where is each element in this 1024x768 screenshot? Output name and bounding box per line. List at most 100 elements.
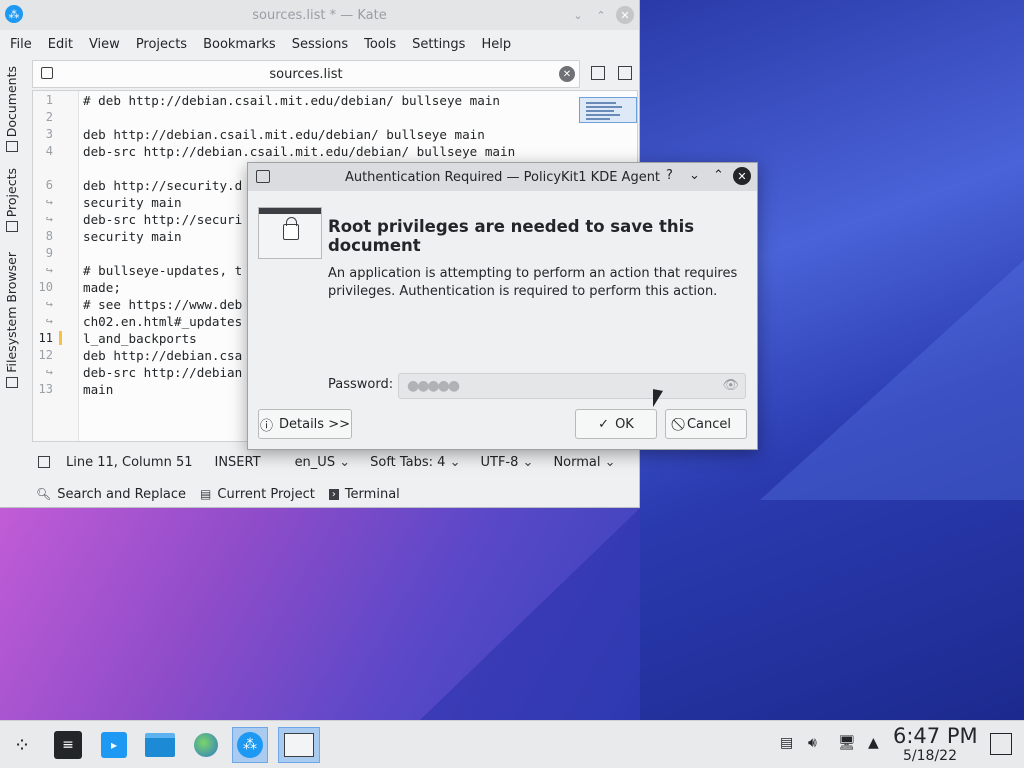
line-number: 1 — [45, 93, 53, 107]
line-number: 12 — [38, 348, 53, 362]
line-number: 9 — [45, 246, 53, 260]
close-icon[interactable]: ✕ — [616, 6, 634, 24]
list-icon — [5, 221, 18, 233]
minimize-icon[interactable]: ⌄ — [689, 168, 700, 183]
show-desktop-icon[interactable] — [990, 733, 1012, 755]
code-line: # deb http://debian.csail.mit.edu/debian… — [83, 93, 501, 108]
menu-sessions[interactable]: Sessions — [284, 37, 356, 52]
left-sidebar: Documents Projects Filesystem Browser — [0, 60, 30, 390]
menu-view[interactable]: View — [81, 37, 128, 52]
indentation-selector[interactable]: Soft Tabs: 4 — [370, 455, 460, 470]
wrap-marker: ↪ — [45, 297, 53, 311]
line-number: 4 — [45, 144, 53, 158]
cancel-button[interactable]: ⃠ Cancel — [665, 409, 747, 439]
dialog-heading: Root privileges are needed to save this … — [328, 217, 695, 255]
code-line: l_and_backports — [83, 331, 197, 346]
save-icon — [41, 67, 53, 79]
input-mode[interactable]: INSERT — [215, 455, 261, 470]
menu-tools[interactable]: Tools — [356, 37, 404, 52]
code-line: deb-src http://debian — [83, 365, 243, 380]
tab-title: sources.list — [269, 66, 343, 82]
line-gutter: 1 2 3 4 6 ↪ ↪ 8 9 ↪ 10 ↪ ↪ 11 12 ↪ 13 — [33, 91, 79, 441]
line-number: 3 — [45, 127, 53, 141]
new-tab-icon[interactable] — [591, 66, 605, 80]
save-icon — [38, 456, 50, 468]
kate-task-icon[interactable]: ⁂ — [232, 727, 268, 763]
details-button[interactable]: ⓘ Details >> — [258, 409, 352, 439]
status-bar: Line 11, Column 51 INSERT en_US Soft Tab… — [32, 450, 638, 474]
ok-button[interactable]: ✓ OK — [575, 409, 657, 439]
code-line: main — [83, 382, 114, 397]
code-line: deb http://debian.csa — [83, 348, 243, 363]
dialog-titlebar[interactable]: Authentication Required — PolicyKit1 KDE… — [248, 163, 757, 191]
encoding-selector[interactable]: UTF-8 — [481, 455, 534, 470]
menu-projects[interactable]: Projects — [128, 37, 195, 52]
volume-icon[interactable]: 🔊︎ — [808, 735, 817, 751]
clock-date[interactable]: 5/18/22 — [903, 748, 957, 764]
code-line: security main — [83, 229, 182, 244]
code-line: deb http://debian.csail.mit.edu/debian/ … — [83, 127, 485, 142]
menu-edit[interactable]: Edit — [40, 37, 81, 52]
menu-settings[interactable]: Settings — [404, 37, 473, 52]
sidebar-tab-filesystem[interactable]: Filesystem Browser — [4, 252, 19, 388]
minimize-icon[interactable]: ⌄ — [569, 6, 587, 24]
folder-icon — [5, 376, 18, 388]
tray-expand-icon[interactable]: ▲ — [868, 735, 879, 751]
web-browser-icon[interactable] — [188, 727, 224, 763]
maximize-icon[interactable]: ⌃ — [592, 6, 610, 24]
dialog-description: An application is attempting to perform … — [328, 266, 738, 299]
lock-illustration-icon — [258, 207, 322, 259]
system-settings-icon[interactable]: ≡ — [50, 727, 86, 763]
network-icon[interactable]: 🖥︎ — [838, 735, 856, 751]
mouse-cursor — [653, 389, 663, 409]
document-tab[interactable]: sources.list ✕ — [32, 60, 580, 88]
sidebar-tab-documents[interactable]: Documents — [4, 66, 19, 153]
tab-close-icon[interactable]: ✕ — [559, 66, 575, 82]
help-icon[interactable]: ? — [666, 168, 673, 183]
kate-title: sources.list * — Kate — [252, 7, 387, 23]
modified-line-marker — [59, 331, 62, 345]
tool-view-bar: 🔍︎ Search and Replace ▤ Current Project … — [32, 482, 414, 506]
split-view-icon[interactable] — [618, 66, 632, 80]
app-launcher-icon[interactable]: ⁘ — [4, 727, 40, 763]
search-replace-tab[interactable]: 🔍︎ Search and Replace — [36, 487, 186, 502]
menu-bookmarks[interactable]: Bookmarks — [195, 37, 284, 52]
line-number: 6 — [45, 178, 53, 192]
line-number-current: 11 — [38, 331, 53, 345]
password-field[interactable]: ●●●●● 👁︎ — [398, 373, 746, 399]
kate-titlebar[interactable]: ⁂ sources.list * — Kate ⌄ ⌃ ✕ — [0, 0, 639, 30]
code-line: # bullseye-updates, t — [83, 263, 243, 278]
code-line: made; — [83, 280, 121, 295]
auth-dialog: Authentication Required — PolicyKit1 KDE… — [247, 162, 758, 450]
sidebar-tab-projects[interactable]: Projects — [4, 168, 19, 233]
menu-file[interactable]: File — [2, 37, 40, 52]
wrap-marker: ↪ — [45, 195, 53, 209]
maximize-icon[interactable]: ⌃ — [713, 168, 724, 183]
minimap[interactable] — [579, 97, 637, 123]
dialog-title: Authentication Required — PolicyKit1 KDE… — [344, 169, 661, 185]
close-icon[interactable]: ✕ — [733, 167, 751, 185]
kate-app-icon: ⁂ — [5, 5, 23, 23]
highlight-selector[interactable]: Normal — [553, 455, 615, 470]
terminal-tab[interactable]: › Terminal — [328, 487, 400, 502]
search-icon: 🔍︎ — [36, 487, 52, 501]
code-line: security main — [83, 195, 182, 210]
line-number: 2 — [45, 110, 53, 124]
list-icon: ▤ — [200, 487, 212, 501]
line-number: 10 — [38, 280, 53, 294]
code-line: deb-src http://debian.csail.mit.edu/debi… — [83, 144, 516, 159]
dictionary-selector[interactable]: en_US — [295, 455, 351, 470]
show-password-icon[interactable]: 👁︎ — [722, 378, 739, 393]
clipboard-icon[interactable]: ▤ — [780, 735, 793, 751]
clock-time[interactable]: 6:47 PM — [893, 724, 978, 748]
menu-help[interactable]: Help — [473, 37, 519, 52]
current-project-tab[interactable]: ▤ Current Project — [200, 487, 315, 502]
cursor-position[interactable]: Line 11, Column 51 — [66, 455, 193, 470]
code-line: deb-src http://securi — [83, 212, 243, 227]
discover-icon[interactable]: ▸ — [96, 727, 132, 763]
wallpaper-shape — [760, 260, 1024, 500]
auth-dialog-task-icon[interactable] — [278, 727, 320, 763]
code-line: ch02.en.html#_updates — [83, 314, 243, 329]
file-manager-icon[interactable] — [142, 727, 178, 763]
code-line: # see https://www.deb — [83, 297, 243, 312]
